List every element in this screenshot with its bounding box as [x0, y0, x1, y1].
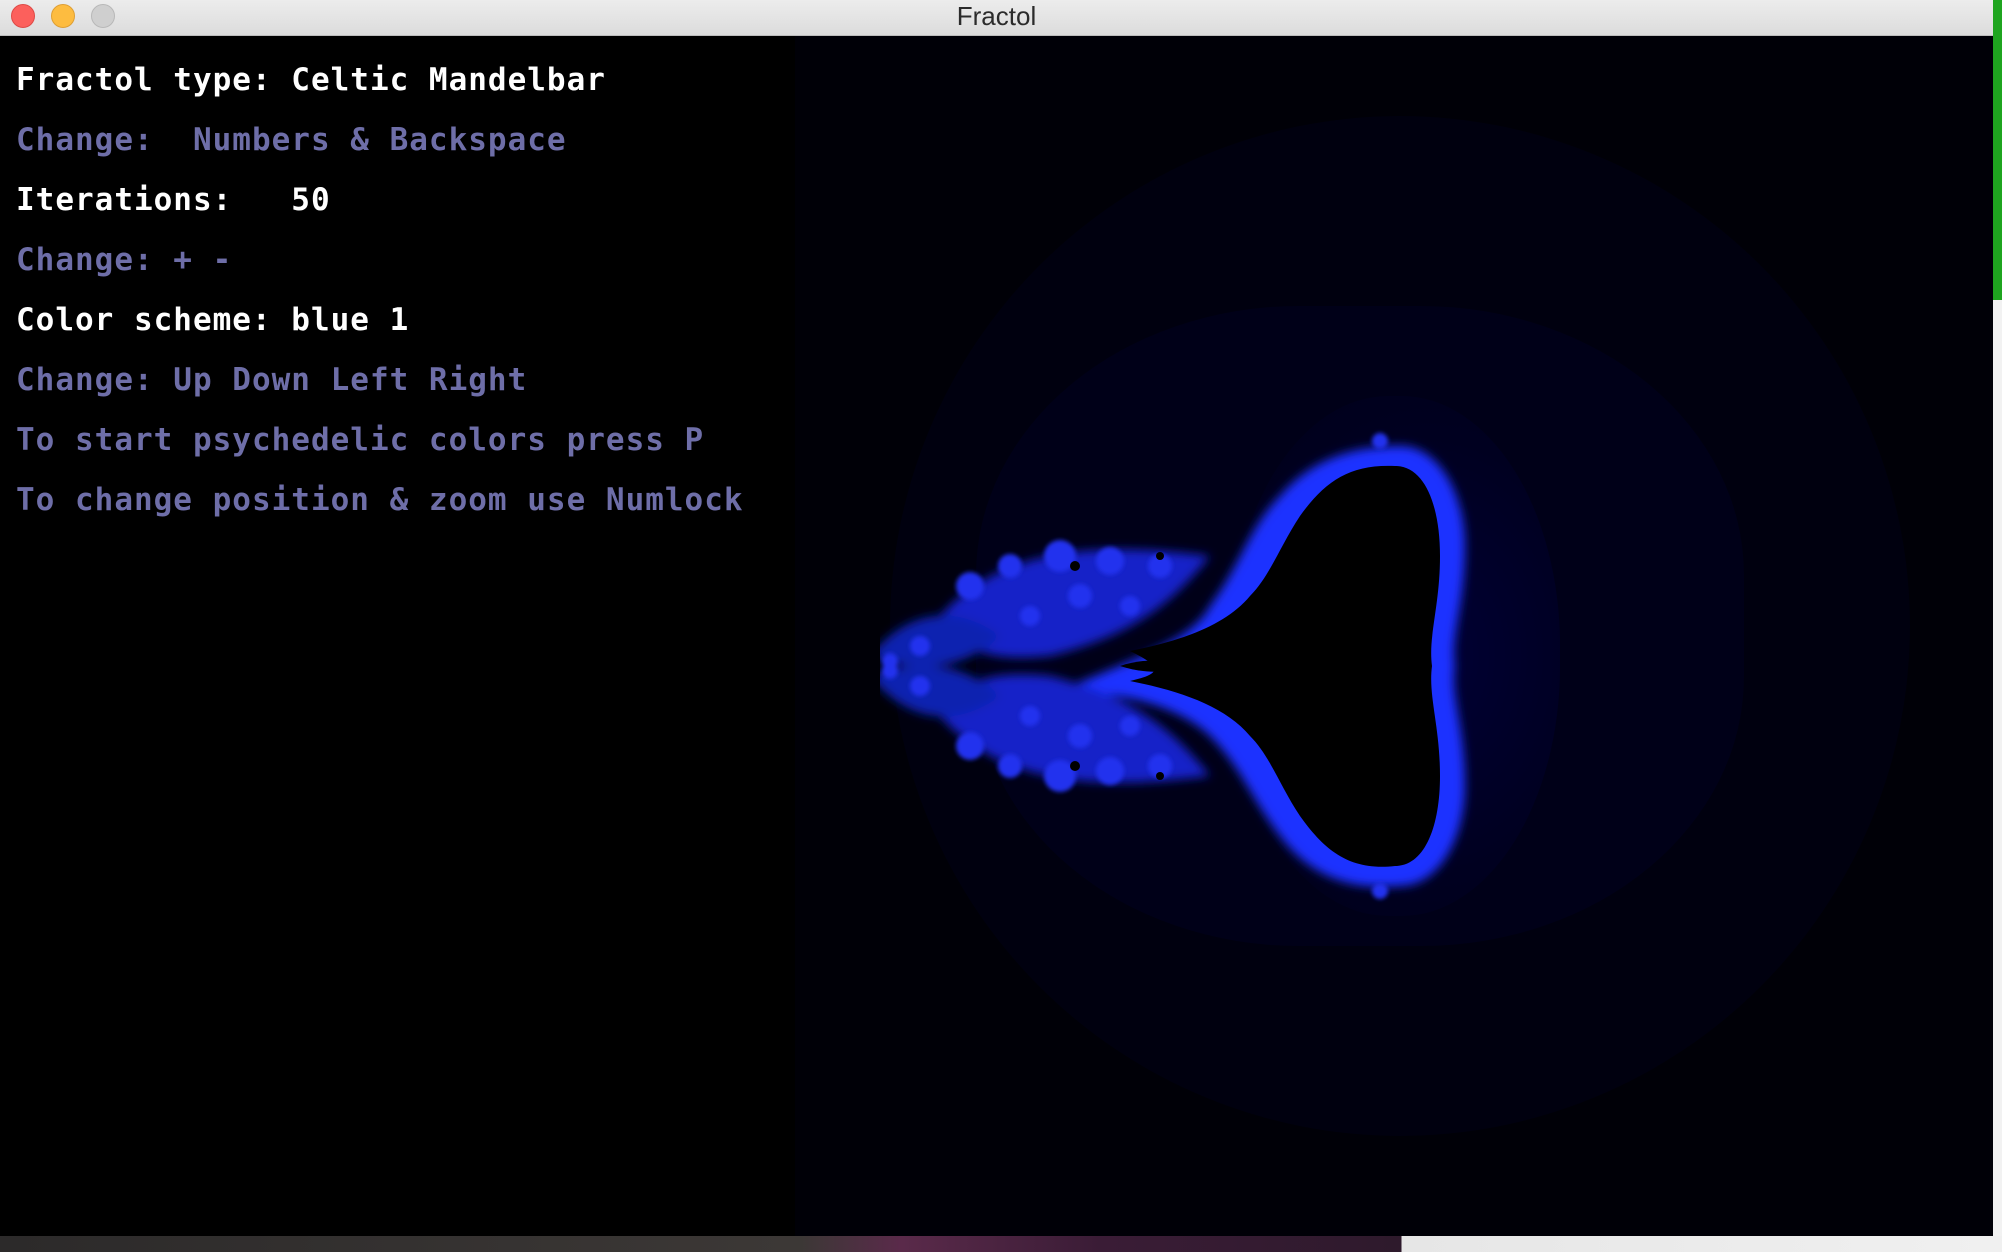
- psychedelic-hint: To start psychedelic colors press P: [16, 422, 705, 458]
- navigation-hint: To change position & zoom use Numlock: [16, 482, 744, 518]
- color-scheme-hint: Change: Up Down Left Right: [16, 362, 528, 398]
- desktop-background-strip: [0, 1236, 2002, 1252]
- info-overlay: Fractol type: Celtic Mandelbar Change: N…: [16, 50, 744, 530]
- window-title: Fractol: [956, 1, 1037, 31]
- celtic-mandelbar-fractal: [880, 433, 1465, 899]
- background-window-accent: [1993, 0, 2002, 300]
- color-scheme-text: Color scheme: blue 1: [16, 302, 410, 338]
- iterations-text: Iterations: 50: [16, 182, 331, 218]
- title-bar[interactable]: Fractol: [0, 0, 1993, 36]
- fractal-type-hint: Change: Numbers & Backspace: [16, 122, 567, 158]
- iterations-hint: Change: + -: [16, 242, 233, 278]
- fractal-canvas[interactable]: Fractol type: Celtic Mandelbar Change: N…: [0, 36, 1993, 1236]
- fractal-type-text: Fractol type: Celtic Mandelbar: [16, 62, 606, 98]
- fractol-window: Fractol Fractol type: Celtic Mandelbar C…: [0, 0, 1993, 1236]
